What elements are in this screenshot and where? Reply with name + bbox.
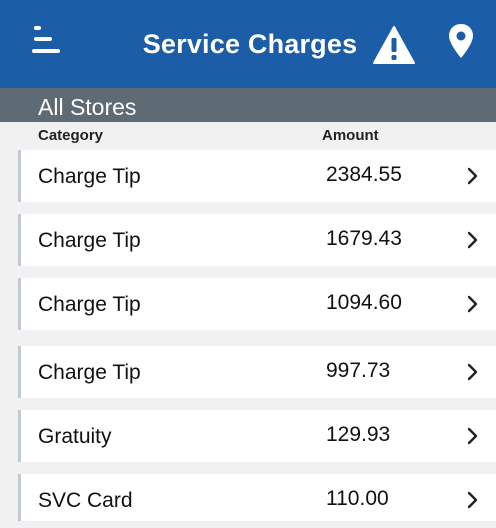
row-amount: 2384.55: [326, 163, 402, 186]
row-amount: 1679.43: [326, 227, 402, 250]
row-amount: 1094.60: [326, 291, 402, 314]
page-title: Service Charges: [142, 29, 358, 59]
row-category: Gratuity: [38, 425, 112, 448]
table-row[interactable]: SVC Card 110.00: [18, 474, 496, 521]
row-accent-bar: [18, 278, 21, 330]
table-row[interactable]: Gratuity 129.93: [18, 410, 496, 462]
chevron-right-icon: [467, 427, 478, 445]
chevron-right-icon: [467, 231, 478, 249]
chevron-right-icon: [467, 363, 478, 381]
table-row[interactable]: Charge Tip 1094.60: [18, 278, 496, 330]
menu-icon: [32, 26, 60, 53]
row-accent-bar: [18, 150, 21, 202]
warning-button[interactable]: [372, 24, 416, 66]
menu-button[interactable]: [28, 22, 68, 62]
store-label: All Stores: [38, 94, 137, 120]
row-accent-bar: [18, 410, 21, 462]
warning-icon: [373, 26, 415, 64]
table-row[interactable]: Charge Tip 2384.55: [18, 150, 496, 202]
column-header-amount: Amount: [322, 127, 379, 144]
store-filter-bar[interactable]: All Stores: [0, 88, 496, 122]
row-accent-bar: [18, 346, 21, 398]
location-pin-icon: [449, 24, 473, 58]
location-button[interactable]: [446, 20, 476, 64]
table-row[interactable]: Charge Tip 1679.43: [18, 214, 496, 266]
row-amount: 129.93: [326, 423, 391, 446]
row-category: Charge Tip: [38, 293, 141, 316]
row-category: Charge Tip: [38, 361, 141, 384]
app-header: Service Charges: [0, 0, 496, 88]
row-category: Charge Tip: [38, 165, 141, 188]
chevron-right-icon: [467, 295, 478, 313]
chevron-right-icon: [467, 167, 478, 185]
row-accent-bar: [18, 214, 21, 266]
row-accent-bar: [18, 474, 21, 521]
table-row[interactable]: Charge Tip 997.73: [18, 346, 496, 398]
chevron-right-icon: [467, 491, 478, 509]
row-category: Charge Tip: [38, 229, 141, 252]
row-amount: 997.73: [326, 359, 391, 382]
row-category: SVC Card: [38, 489, 133, 512]
column-header-category: Category: [38, 127, 104, 144]
row-amount: 110.00: [326, 487, 389, 510]
